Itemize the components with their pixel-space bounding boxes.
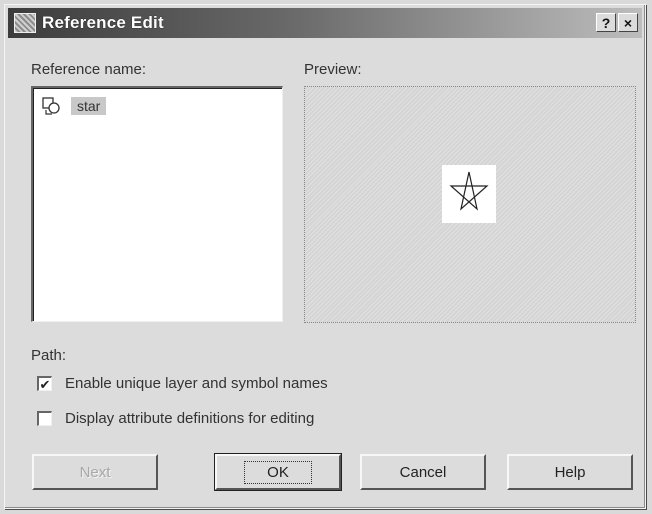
ok-button-label: OK (244, 460, 312, 484)
help-icon[interactable]: ? (596, 13, 616, 32)
display-attribute-definitions-label: Display attribute definitions for editin… (65, 410, 315, 427)
path-label: Path: (31, 347, 67, 364)
close-icon[interactable]: × (618, 13, 638, 32)
title-buttons: ? × (596, 13, 638, 32)
preview-canvas (442, 165, 496, 223)
display-attribute-definitions-option[interactable]: Display attribute definitions for editin… (37, 410, 314, 427)
block-reference-icon (42, 97, 60, 115)
preview-label: Preview: (304, 61, 362, 78)
enable-unique-names-checkbox[interactable]: ✔ (37, 376, 52, 391)
reference-name-label: Reference name: (31, 61, 147, 78)
enable-unique-names-label: Enable unique layer and symbol names (65, 375, 328, 392)
help-button[interactable]: Help (507, 454, 633, 490)
star-shape (449, 171, 489, 211)
checkmark-icon: ✔ (39, 376, 51, 392)
preview-pane (304, 86, 636, 323)
ok-button[interactable]: OK (214, 453, 342, 491)
enable-unique-names-option[interactable]: ✔ Enable unique layer and symbol names (37, 375, 328, 392)
list-item-label: star (71, 97, 107, 115)
cancel-button[interactable]: Cancel (360, 454, 486, 490)
reference-edit-dialog: Reference Edit ? × Reference name: star … (4, 4, 646, 509)
window-title: Reference Edit (42, 13, 164, 32)
reference-name-list[interactable]: star (31, 86, 283, 322)
display-attribute-definitions-checkbox[interactable] (37, 411, 52, 426)
list-item[interactable]: star (41, 96, 107, 116)
app-icon (14, 13, 36, 33)
title-bar[interactable]: Reference Edit ? × (8, 8, 642, 38)
next-button[interactable]: Next (32, 454, 158, 490)
